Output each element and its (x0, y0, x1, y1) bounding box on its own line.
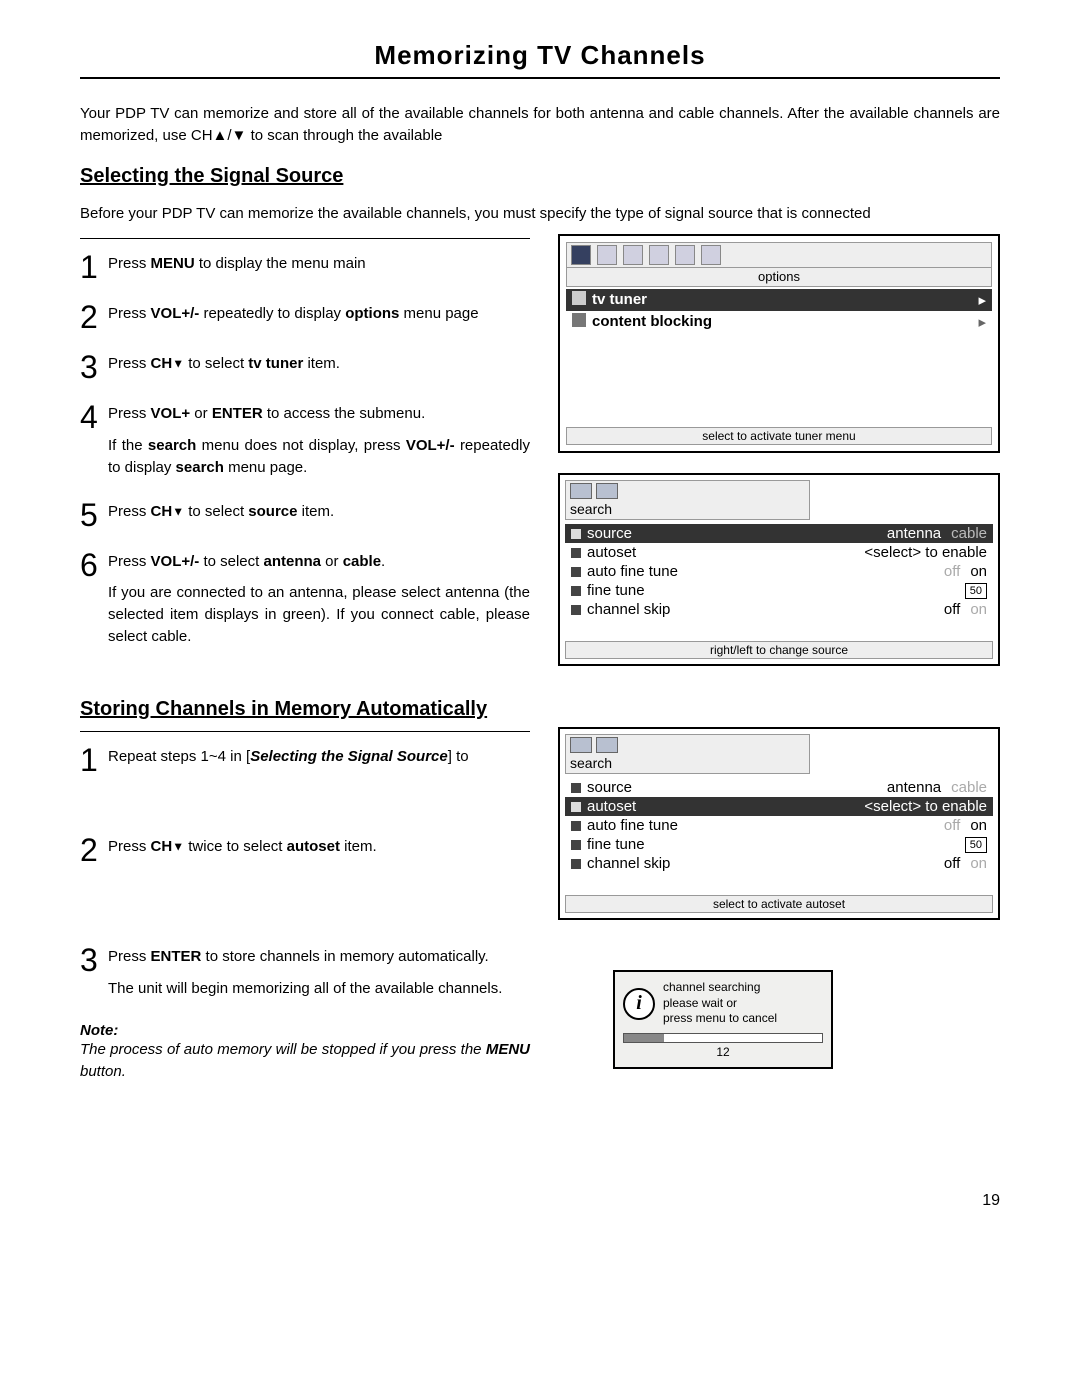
step-number: 3 (80, 946, 108, 974)
bullet-icon (571, 859, 581, 869)
tab-icon (570, 483, 592, 499)
step-number: 1 (80, 253, 108, 281)
bullet-icon (571, 586, 581, 596)
step-number: 1 (80, 746, 108, 774)
osd-row-tv-tuner: tv tuner▸ (566, 289, 992, 311)
osd-search-menu-autoset: search source antenna cable autoset <sel… (558, 727, 1000, 920)
divider (80, 238, 530, 239)
tab-icon (570, 737, 592, 753)
osd-search-header: search (565, 734, 810, 774)
tab-icon (571, 245, 591, 265)
osd-tab-bar (566, 242, 992, 268)
step-text: Press ENTER to store channels in memory … (108, 946, 530, 1000)
step-number: 3 (80, 353, 108, 381)
step-6: 6 Press VOL+/- to select antenna or cabl… (80, 551, 530, 648)
intro-text: Your PDP TV can memorize and store all o… (80, 103, 1000, 147)
step-number: 6 (80, 551, 108, 579)
osd-options-menu: options tv tuner▸ content blocking▸ sele… (558, 234, 1000, 453)
tab-icon (597, 245, 617, 265)
step-text: Press CH▼ twice to select autoset item. (108, 836, 530, 858)
tab-icon (675, 245, 695, 265)
osd-search-menu-source: search source antenna cable autoset <sel… (558, 473, 1000, 666)
step-text: Press VOL+/- to select antenna or cable.… (108, 551, 530, 648)
tv-tuner-icon (572, 291, 586, 305)
osd-search-header: search (565, 480, 810, 520)
bullet-icon (571, 605, 581, 615)
step-3b: 3 Press ENTER to store channels in memor… (80, 946, 530, 1000)
osd-footer: select to activate tuner menu (566, 427, 992, 445)
osd-footer: right/left to change source (565, 641, 993, 659)
osd-row-content-blocking: content blocking▸ (566, 311, 992, 333)
lock-icon (572, 313, 586, 327)
bullet-icon (571, 802, 581, 812)
step-number: 2 (80, 303, 108, 331)
osd-row-autoset: autoset <select> to enable (565, 797, 993, 816)
step-2b: 2 Press CH▼ twice to select autoset item… (80, 836, 530, 864)
chevron-right-icon: ▸ (978, 291, 986, 309)
step-number: 2 (80, 836, 108, 864)
osd-row-source: source antenna cable (565, 524, 993, 543)
step-text: Press MENU to display the menu main (108, 253, 530, 275)
chevron-down-icon: ▼ (172, 357, 184, 371)
osd-row-auto-fine-tune: auto fine tune off on (565, 816, 993, 835)
progress-bar (623, 1033, 823, 1043)
section-selecting-sub: Before your PDP TV can memorize the avai… (80, 203, 1000, 225)
osd-row-autoset: autoset <select> to enable (565, 543, 993, 562)
step-5: 5 Press CH▼ to select source item. (80, 501, 530, 529)
chevron-down-icon: ▼ (172, 504, 184, 518)
step-2: 2 Press VOL+/- repeatedly to display opt… (80, 303, 530, 331)
step-text: Repeat steps 1~4 in [Selecting the Signa… (108, 746, 530, 768)
chevron-right-icon: ▸ (978, 313, 986, 331)
section-storing-heading: Storing Channels in Memory Automatically (80, 698, 1000, 721)
osd-channel-searching-popup: i channel searching please wait or press… (613, 970, 833, 1069)
step-number: 5 (80, 501, 108, 529)
page-number: 19 (80, 1192, 1000, 1210)
step-text: Press CH▼ to select tv tuner item. (108, 353, 530, 375)
bullet-icon (571, 783, 581, 793)
progress-value: 12 (623, 1045, 823, 1059)
step-text: Press VOL+/- repeatedly to display optio… (108, 303, 530, 325)
section-selecting-heading: Selecting the Signal Source (80, 165, 1000, 188)
note-label: Note: (80, 1022, 530, 1039)
step-1: 1 Press MENU to display the menu main (80, 253, 530, 281)
info-icon: i (623, 988, 655, 1020)
osd-row-fine-tune: fine tune 50 (565, 835, 993, 854)
step-4: 4 Press VOL+ or ENTER to access the subm… (80, 403, 530, 478)
tab-icon (623, 245, 643, 265)
bullet-icon (571, 840, 581, 850)
tab-icon (649, 245, 669, 265)
osd-row-auto-fine-tune: auto fine tune off on (565, 562, 993, 581)
step-text: Press CH▼ to select source item. (108, 501, 530, 523)
step-3: 3 Press CH▼ to select tv tuner item. (80, 353, 530, 381)
osd-row-source: source antenna cable (565, 778, 993, 797)
bullet-icon (571, 548, 581, 558)
tab-icon (701, 245, 721, 265)
osd-row-channel-skip: channel skip off on (565, 854, 993, 873)
page-title: Memorizing TV Channels (80, 40, 1000, 79)
step-1b: 1 Repeat steps 1~4 in [Selecting the Sig… (80, 746, 530, 774)
bullet-icon (571, 529, 581, 539)
step-number: 4 (80, 403, 108, 431)
step-text: Press VOL+ or ENTER to access the submen… (108, 403, 530, 478)
divider (80, 731, 530, 732)
bullet-icon (571, 821, 581, 831)
osd-tab-label: options (566, 268, 992, 287)
bullet-icon (571, 567, 581, 577)
osd-row-fine-tune: fine tune 50 (565, 581, 993, 600)
tab-icon (596, 483, 618, 499)
osd-row-channel-skip: channel skip off on (565, 600, 993, 619)
tab-icon (596, 737, 618, 753)
osd-footer: select to activate autoset (565, 895, 993, 913)
chevron-down-icon: ▼ (172, 840, 184, 854)
note-text: The process of auto memory will be stopp… (80, 1039, 530, 1083)
